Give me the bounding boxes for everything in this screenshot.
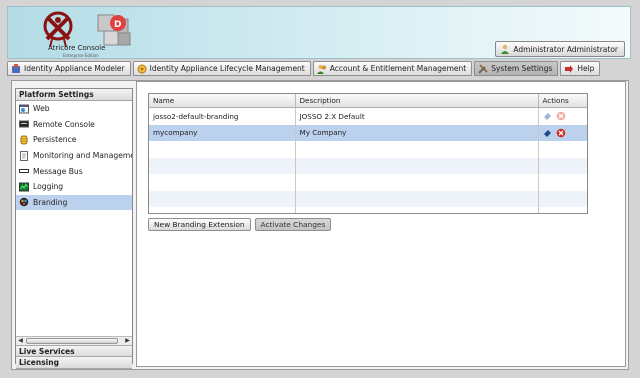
table-header-row: Name Description Actions [149,94,587,108]
user-icon [501,44,510,54]
column-header-description[interactable]: Description [295,94,539,108]
sidebar-horizontal-scrollbar[interactable]: ◀ ▶ [16,336,132,345]
accordion-header-licensing[interactable]: Licensing [16,357,132,369]
sidebar-item-label: Message Bus [33,166,83,176]
table-row [149,141,587,158]
svg-text:D: D [114,20,121,30]
sidebar-item-label: Branding [33,197,68,207]
help-icon [565,64,574,73]
tab-help[interactable]: Help [560,61,601,76]
tools-icon [478,63,488,74]
cell-name: josso2-default-branding [149,107,296,125]
tab-account-entitlement[interactable]: Account & Entitlement Management [312,61,473,76]
accordion-header-live-services[interactable]: Live Services [16,345,132,357]
cell-description: JOSSO 2.X Default [295,107,539,125]
sidebar-item-message-bus[interactable]: Message Bus [16,163,132,179]
tab-system-settings[interactable]: System Settings [474,61,559,76]
delete-icon[interactable] [556,111,566,121]
column-header-actions[interactable]: Actions [538,94,587,108]
table-row [149,190,587,207]
delete-icon[interactable] [556,128,566,138]
branding-actions: New Branding Extension Activate Changes [148,218,332,231]
new-branding-extension-button[interactable]: New Branding Extension [148,218,251,231]
lifecycle-icon [137,64,147,73]
user-menu-button[interactable]: Administrator Administrator [495,41,625,57]
logging-icon [19,182,29,192]
scrollbar-thumb[interactable] [26,338,118,344]
platform-settings-list: Web Remote Console Persistence Monitorin… [16,101,132,331]
tab-label: Account & Entitlement Management [329,64,467,73]
table-row[interactable]: mycompany My Company [149,124,587,141]
console-icon [19,120,29,128]
scroll-left-icon[interactable]: ◀ [16,337,25,345]
tab-label: System Settings [491,64,553,73]
monitoring-icon [20,150,28,161]
activate-changes-button[interactable]: Activate Changes [254,218,332,231]
table-row [149,157,587,174]
brand-name: Atricore Console [48,44,106,52]
branding-content: Name Description Actions josso2-default-… [136,81,626,367]
tab-label: Identity Appliance Lifecycle Management [149,64,305,73]
table-row [149,207,587,213]
settings-accordion: Platform Settings Web Remote Console Per… [15,88,133,369]
sidebar-item-remote-console[interactable]: Remote Console [16,117,132,133]
message-bus-icon [19,169,29,174]
cell-description: My Company [295,124,539,141]
edit-icon[interactable] [543,128,553,138]
sidebar-item-label: Persistence [33,135,77,145]
tab-label: Identity Appliance Modeler [24,64,125,73]
sidebar-item-label: Logging [33,182,64,192]
column-header-name[interactable]: Name [149,94,296,108]
cell-actions [538,124,587,141]
branding-table: Name Description Actions josso2-default-… [148,93,588,214]
accordion-header-platform-settings[interactable]: Platform Settings [16,89,132,101]
main-panel: Platform Settings Web Remote Console Per… [11,80,629,370]
appliance-icon [12,63,20,73]
scroll-right-icon[interactable]: ▶ [123,337,132,345]
cell-actions [538,108,587,125]
tab-identity-appliance-modeler[interactable]: Identity Appliance Modeler [7,61,131,76]
sidebar-item-logging[interactable]: Logging [16,179,132,195]
tab-label: Help [577,64,595,73]
table-row [149,174,587,191]
sidebar-item-label: Remote Console [33,119,95,129]
sidebar-item-label: Monitoring and Management [33,151,132,161]
sidebar-item-branding[interactable]: Branding [16,194,132,211]
table-row[interactable]: josso2-default-branding JOSSO 2.X Defaul… [149,107,587,125]
edit-icon[interactable] [543,111,553,121]
user-name: Administrator Administrator [513,44,618,54]
users-icon [316,64,326,74]
branding-icon [19,198,29,207]
sidebar-item-monitoring[interactable]: Monitoring and Management [16,148,132,164]
brand-edition: Enterprise Edition [63,53,99,58]
tab-lifecycle-management[interactable]: Identity Appliance Lifecycle Management [132,61,311,76]
sidebar-item-web[interactable]: Web [16,101,132,117]
app-header: D Atricore Console Enterprise Edition Ad… [7,6,631,59]
sidebar-item-persistence[interactable]: Persistence [16,132,132,148]
web-icon [19,104,29,114]
database-icon [20,135,28,145]
main-tabs: Identity Appliance Modeler Identity Appl… [7,61,631,78]
sidebar-item-label: Web [33,104,50,114]
cell-name: mycompany [149,124,296,141]
